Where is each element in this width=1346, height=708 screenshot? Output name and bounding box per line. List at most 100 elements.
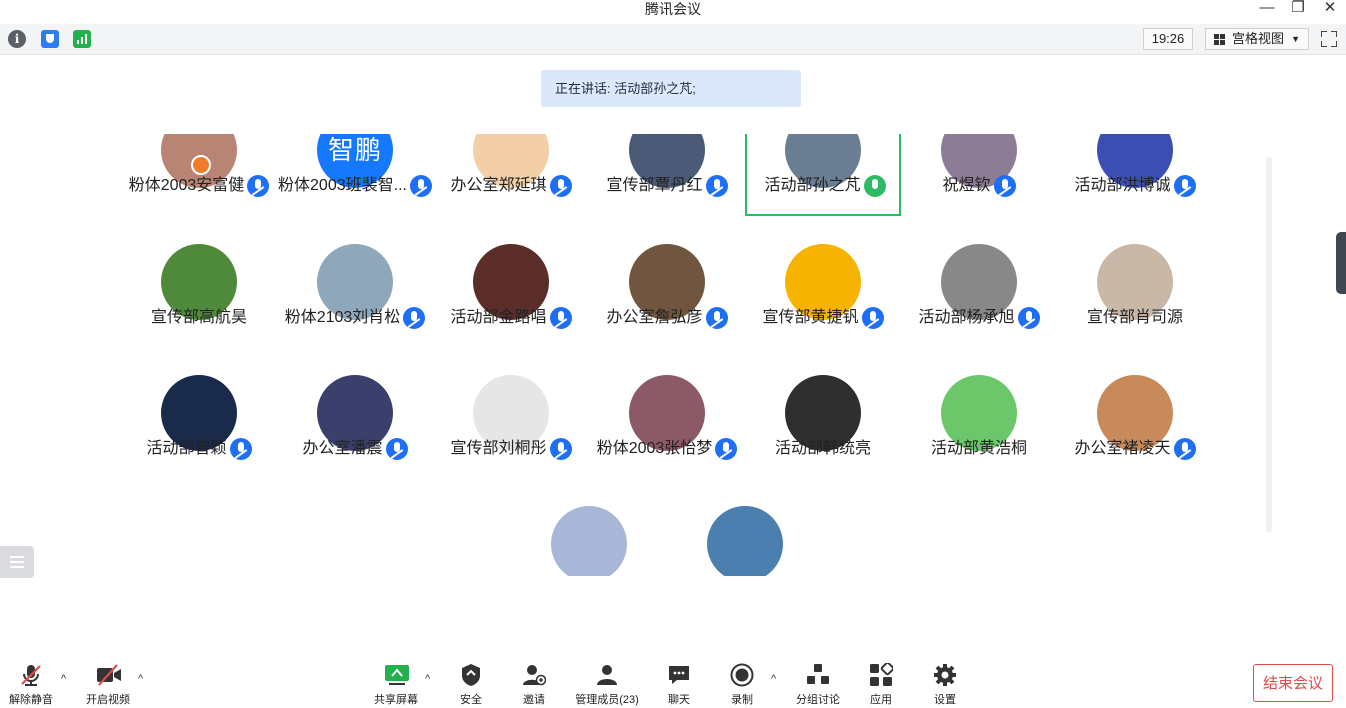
invite-button[interactable]: 邀请 xyxy=(515,655,553,708)
mic-muted-icon xyxy=(409,175,432,197)
manage-members-label: 管理成员(23) xyxy=(575,694,639,706)
participant-tile[interactable]: 活动部韩统亮 xyxy=(745,375,901,479)
share-options-caret[interactable]: ^ xyxy=(425,673,430,685)
participant-tile[interactable]: 智鹏 粉体2003班裴智... xyxy=(277,134,433,216)
view-mode-label: 宫格视图 xyxy=(1232,31,1285,46)
mic-muted-icon xyxy=(247,175,270,197)
participant-tile[interactable]: 活动部曾颖 xyxy=(121,375,277,479)
participant-tile[interactable]: 宣传部覃丹红 xyxy=(589,134,745,216)
chat-label: 聊天 xyxy=(668,694,690,706)
breakout-icon xyxy=(806,663,830,687)
participant-name-row: 活动部黄浩桐 xyxy=(901,437,1057,461)
close-button[interactable]: ✕ xyxy=(1320,0,1340,16)
participant-name: 宣传部高航昊 xyxy=(150,309,247,326)
share-screen-button[interactable]: 共享屏幕 xyxy=(370,655,422,708)
grid-scrollbar[interactable] xyxy=(1266,157,1272,533)
mic-muted-icon xyxy=(229,438,252,460)
participant-name-row: 活动部金路唱 xyxy=(433,306,589,330)
breakout-label: 分组讨论 xyxy=(796,694,840,706)
participant-name-row: 粉体2103刘肖松 xyxy=(277,306,433,330)
participant-tile[interactable] xyxy=(511,506,667,576)
mic-muted-icon xyxy=(1173,438,1196,460)
participant-name-row: 活动部韩统亮 xyxy=(745,437,901,461)
participant-tile[interactable]: 粉体2103刘肖松 xyxy=(277,244,433,348)
participant-tile[interactable]: 活动部黄浩桐 xyxy=(901,375,1057,479)
participant-name: 祝煜钦 xyxy=(942,177,991,194)
mic-muted-icon xyxy=(993,175,1016,197)
mic-muted-icon xyxy=(549,175,572,197)
participant-tile[interactable]: 办公室褚凌天 xyxy=(1057,375,1213,479)
participant-name-row: 宣传部肖司源 xyxy=(1057,306,1213,330)
participant-tile[interactable]: 宣传部高航昊 xyxy=(121,244,277,348)
participant-name-row: 活动部洪博诚 xyxy=(1057,174,1213,198)
window-title: 腾讯会议 xyxy=(645,1,701,17)
fullscreen-icon[interactable] xyxy=(1321,31,1337,47)
participant-name-row: 宣传部高航昊 xyxy=(121,306,277,330)
side-panel-handle[interactable] xyxy=(1336,232,1346,294)
security-button[interactable]: 安全 xyxy=(452,655,490,708)
audio-options-caret[interactable]: ^ xyxy=(61,673,66,685)
participant-name: 宣传部黄捷钒 xyxy=(762,309,859,326)
participant-name-row: 办公室詹弘彦 xyxy=(589,306,745,330)
participant-name: 办公室郑延琪 xyxy=(450,177,547,194)
settings-label: 设置 xyxy=(934,694,956,706)
participant-tile[interactable]: 粉体2003张怡梦 xyxy=(589,375,745,479)
add-user-icon xyxy=(522,663,547,687)
participant-tile[interactable]: 宣传部肖司源 xyxy=(1057,244,1213,348)
active-speaker-banner: 正在讲话: 活动部孙之芃; xyxy=(541,70,801,107)
record-label: 录制 xyxy=(731,694,753,706)
manage-members-button[interactable]: 管理成员(23) xyxy=(570,655,644,708)
info-icon[interactable]: i xyxy=(8,30,26,48)
participant-tile[interactable]: 办公室潘震 xyxy=(277,375,433,479)
host-badge-icon xyxy=(191,155,211,175)
participant-tile[interactable]: 活动部金路唱 xyxy=(433,244,589,348)
participant-name: 办公室潘震 xyxy=(302,440,383,457)
mic-muted-icon xyxy=(403,307,426,329)
participant-name-row: 宣传部黄捷钒 xyxy=(745,306,901,330)
participant-tile[interactable]: 办公室詹弘彦 xyxy=(589,244,745,348)
mic-active-icon xyxy=(863,175,886,197)
network-signal-icon[interactable] xyxy=(73,30,91,48)
record-options-caret[interactable]: ^ xyxy=(771,673,776,685)
participant-tile[interactable]: 办公室郑延琪 xyxy=(433,134,589,216)
mic-muted-icon xyxy=(385,438,408,460)
chat-icon xyxy=(667,663,691,687)
participant-name: 活动部金路唱 xyxy=(450,309,547,326)
mic-muted-icon xyxy=(705,307,728,329)
apps-button[interactable]: 应用 xyxy=(862,655,900,708)
invite-label: 邀请 xyxy=(523,694,545,706)
settings-button[interactable]: 设置 xyxy=(926,655,964,708)
unmute-button[interactable]: 解除静音 xyxy=(4,655,58,708)
participant-name: 宣传部肖司源 xyxy=(1086,309,1183,326)
start-video-label: 开启视频 xyxy=(86,694,130,706)
start-video-button[interactable]: 开启视频 xyxy=(80,655,136,708)
breakout-rooms-button[interactable]: 分组讨论 xyxy=(790,655,846,708)
video-options-caret[interactable]: ^ xyxy=(138,673,143,685)
participant-name: 活动部黄浩桐 xyxy=(930,440,1027,457)
mic-muted-icon xyxy=(1173,175,1196,197)
participant-name-row: 宣传部覃丹红 xyxy=(589,174,745,198)
mic-muted-icon xyxy=(861,307,884,329)
participant-tile[interactable] xyxy=(667,506,823,576)
view-mode-dropdown[interactable]: 宫格视图 ▼ xyxy=(1205,28,1309,50)
title-bar: 腾讯会议 — ❐ ✕ xyxy=(0,0,1346,22)
participant-grid: 粉体2003安富健 智鹏 粉体2003班裴智... 办公室郑延琪 宣传部覃丹红 活动部孙之… xyxy=(0,134,1346,576)
participant-tile[interactable]: 祝煜钦 xyxy=(901,134,1057,216)
participant-tile[interactable]: 活动部洪博诚 xyxy=(1057,134,1213,216)
participant-tile[interactable]: 粉体2003安富健 xyxy=(121,134,277,216)
apps-label: 应用 xyxy=(870,694,892,706)
end-meeting-button[interactable]: 结束会议 xyxy=(1253,664,1333,702)
record-button[interactable]: 录制 xyxy=(723,655,761,708)
security-shield-icon[interactable] xyxy=(41,30,59,48)
chat-button[interactable]: 聊天 xyxy=(660,655,698,708)
participant-tile[interactable]: 宣传部黄捷钒 xyxy=(745,244,901,348)
restore-button[interactable]: ❐ xyxy=(1288,0,1308,16)
chevron-down-icon: ▼ xyxy=(1291,34,1300,44)
participant-tile[interactable]: 活动部杨承旭 xyxy=(901,244,1057,348)
minimize-button[interactable]: — xyxy=(1257,0,1277,16)
participant-tile[interactable]: 活动部孙之芃 xyxy=(745,134,901,216)
participant-tile[interactable]: 宣传部刘桐彤 xyxy=(433,375,589,479)
member-list-toggle[interactable] xyxy=(0,546,34,578)
participant-name: 办公室褚凌天 xyxy=(1074,440,1171,457)
participant-name: 粉体2003张怡梦 xyxy=(596,440,713,457)
